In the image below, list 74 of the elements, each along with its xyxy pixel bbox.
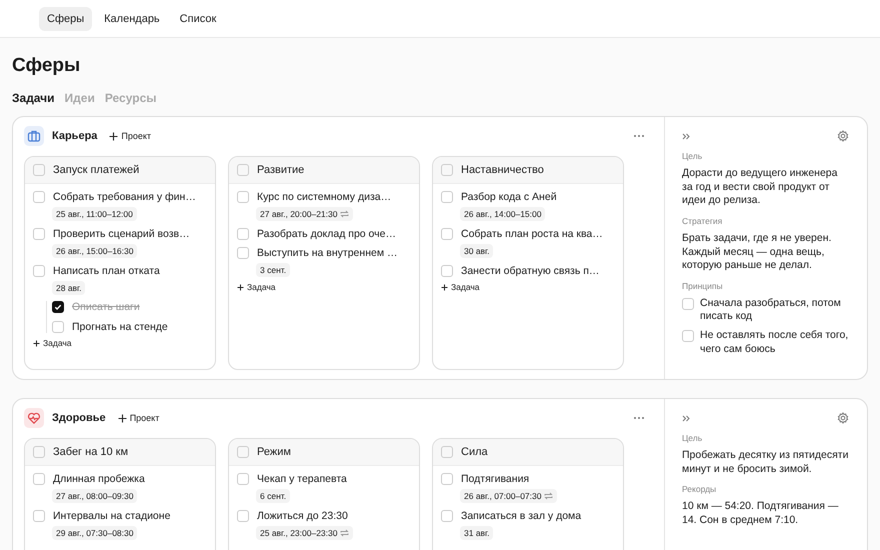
task-title[interactable]: Собрать требования у фин… (53, 191, 196, 203)
date-chip: 26 авг., 14:00–15:00 (460, 207, 546, 221)
collapse-icon[interactable] (682, 132, 690, 140)
principle-text: Не оставлять после себя того, чего сам боюсь (700, 329, 849, 356)
task-title[interactable]: Курс по системному диза… (257, 191, 392, 203)
project-title: Забег на 10 км (53, 446, 128, 458)
plus-icon (33, 340, 40, 346)
task-title[interactable]: Выступить на внутреннем … (257, 247, 398, 259)
nav-tab[interactable]: Сферы (39, 6, 92, 30)
date-chip: 29 авг., 07:30–08:30 (52, 526, 138, 540)
panel-text: Брать задачи, где я не уверен. Каждый месяц — одна вещь, которую раньше не делал. (682, 232, 832, 273)
repeat-icon (340, 529, 350, 537)
plus-icon (109, 132, 118, 140)
subtask-title[interactable]: Прогнать на стенде (72, 321, 168, 333)
task-title[interactable]: Ложиться до 23:30 (257, 510, 348, 522)
date-chip: 25 авг., 23:00–23:30 (256, 526, 354, 540)
page-title: Сферы (12, 55, 82, 78)
more-icon[interactable] (633, 134, 645, 138)
task-title[interactable]: Подтягивания (461, 473, 530, 485)
add-project-button[interactable]: Проект (118, 413, 160, 423)
project-title: Сила (461, 446, 488, 458)
panel-label: Принципы (682, 280, 724, 291)
sphere-name: Здоровье (52, 412, 106, 424)
task-title[interactable]: Написать план отката (53, 265, 160, 277)
add-task-button[interactable]: Задача (33, 338, 72, 348)
date-chip: 31 авг. (460, 526, 494, 540)
plus-icon (237, 284, 244, 290)
project-title: Запуск платежей (53, 164, 140, 176)
project-title: Наставничество (461, 164, 544, 176)
task-title[interactable]: Записаться в зал у дома (461, 510, 582, 522)
repeat-icon (544, 492, 554, 500)
date-chip: 30 авг. (460, 244, 494, 258)
date-chip: 28 авг. (52, 281, 86, 295)
date-chip: 6 сент. (256, 489, 290, 503)
date-chip: 27 авг., 20:00–21:30 (256, 207, 354, 221)
check-icon (54, 303, 62, 311)
task-title[interactable]: Интервалы на стадионе (53, 510, 170, 522)
checkbox[interactable] (52, 301, 64, 313)
view-tab[interactable]: Задачи (12, 91, 55, 105)
task-title[interactable]: Разобрать доклад про оче… (257, 228, 396, 240)
task-title[interactable]: Занести обратную связь п… (461, 265, 600, 277)
panel-text: 10 км — 54:20. Подтягивания — 14. Сон в среднем 7:10. (682, 500, 840, 528)
panel-label: Рекорды (682, 484, 718, 494)
settings-icon[interactable] (837, 412, 849, 424)
plus-icon (441, 284, 448, 290)
add-task-button[interactable]: Задача (237, 282, 276, 292)
add-project-button[interactable]: Проект (109, 131, 152, 141)
date-chip: 25 авг., 11:00–12:00 (52, 207, 137, 221)
panel-label: Стратегия (682, 216, 724, 226)
more-icon[interactable] (633, 416, 645, 420)
date-chip: 3 сент. (256, 263, 290, 277)
panel-text: Пробежать десятку из пятидесяти минут и не бросить зимой. (682, 449, 849, 476)
panel-label: Цель (682, 151, 704, 161)
nav-tab[interactable]: Список (172, 6, 224, 30)
date-chip: 27 авг., 08:00–09:30 (52, 489, 138, 503)
settings-icon[interactable] (837, 130, 849, 142)
panel-text: Дорасти до ведущего инженера за год и вести свой продукт от идеи до релиза. (682, 167, 838, 208)
repeat-icon (340, 210, 350, 218)
project-title: Режим (257, 446, 291, 458)
task-title[interactable]: Разбор кода с Аней (461, 191, 557, 203)
plus-icon (118, 414, 127, 422)
add-task-button[interactable]: Задача (441, 282, 480, 292)
date-chip: 26 авг., 15:00–16:30 (52, 244, 138, 258)
task-title[interactable]: Собрать план роста на ква… (461, 228, 603, 240)
task-title[interactable]: Длинная пробежка (53, 473, 145, 485)
project-title: Развитие (257, 164, 304, 176)
sphere-name: Карьера (52, 130, 98, 142)
task-title[interactable]: Проверить сценарий возв… (53, 228, 190, 240)
principle-text: Сначала разобраться, потом писать код (700, 296, 842, 324)
date-chip: 26 авг., 07:00–07:30 (460, 489, 558, 503)
panel-label: Цель (682, 433, 704, 443)
collapse-icon[interactable] (682, 414, 690, 422)
nav-tab[interactable]: Календарь (96, 6, 168, 30)
task-title[interactable]: Чекап у терапевта (257, 473, 347, 485)
